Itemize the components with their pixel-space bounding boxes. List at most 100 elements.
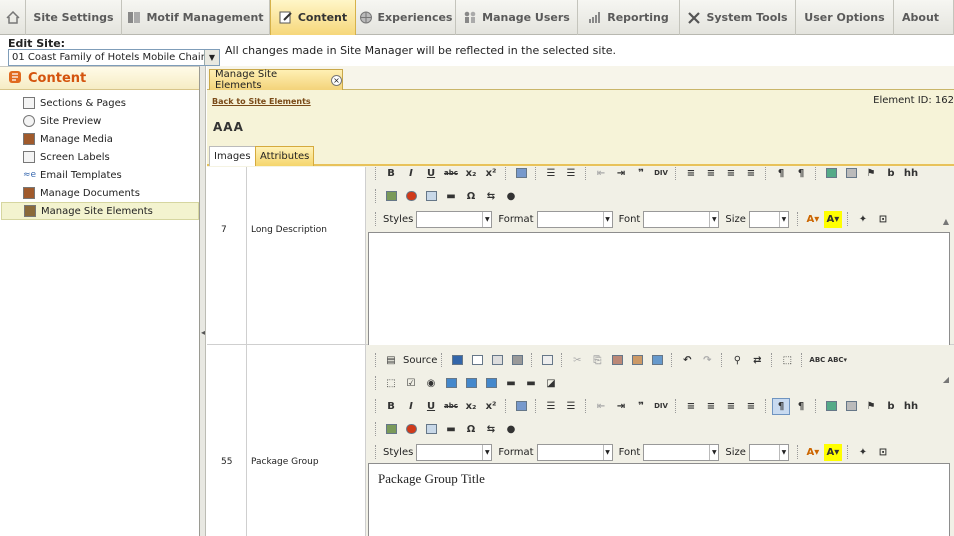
hhbtn-icon[interactable]: hh	[902, 398, 920, 415]
numbered-list-icon[interactable]: ☰	[542, 398, 560, 415]
editor-content-area[interactable]: Package Group Title	[368, 463, 950, 536]
background-color-icon[interactable]: A▾	[823, 443, 842, 461]
blockquote-icon[interactable]: ❞	[632, 398, 650, 415]
format-dropdown[interactable]: ▼	[536, 210, 613, 228]
site-select[interactable]: 01 Coast Family of Hotels Mobile Chain ▼	[8, 49, 220, 66]
templates-icon[interactable]	[538, 352, 556, 369]
sidebar-item-email-templates[interactable]: ≈e Email Templates	[1, 166, 199, 184]
form-icon[interactable]: ⬚	[382, 375, 400, 392]
nav-motif-management[interactable]: Motif Management	[122, 0, 270, 35]
nav-reporting[interactable]: Reporting	[578, 0, 680, 35]
superscript-icon[interactable]: x²	[482, 398, 500, 415]
link-icon[interactable]	[822, 167, 840, 182]
flash-icon[interactable]	[402, 188, 420, 205]
omega-icon[interactable]: Ω	[462, 421, 480, 438]
redo-icon[interactable]: ↷	[698, 352, 716, 369]
nav-site-settings[interactable]: Site Settings	[26, 0, 122, 35]
sidebar-item-manage-documents[interactable]: Manage Documents	[1, 184, 199, 202]
sidebar-item-manage-media[interactable]: Manage Media	[1, 130, 199, 148]
nav-home[interactable]	[0, 0, 26, 35]
paste-word-icon[interactable]	[648, 352, 666, 369]
select-all-icon[interactable]: ⬚	[778, 352, 796, 369]
numbered-list-icon[interactable]: ☰	[542, 167, 560, 182]
undo-icon[interactable]: ↶	[678, 352, 696, 369]
align-right-icon[interactable]: ≡	[722, 398, 740, 415]
align-center-icon[interactable]: ≡	[702, 398, 720, 415]
format-dropdown[interactable]: ▼	[536, 443, 613, 461]
hhbtn-icon[interactable]: hh	[902, 167, 920, 182]
ltr-icon[interactable]: ¶	[772, 167, 790, 182]
underline-icon[interactable]: U	[422, 398, 440, 415]
align-left-icon[interactable]: ≡	[682, 398, 700, 415]
subscript-icon[interactable]: x₂	[462, 167, 480, 182]
align-left-icon[interactable]: ≡	[682, 167, 700, 182]
show-blocks-icon[interactable]: ⊡	[874, 211, 892, 228]
rtl-icon[interactable]: ¶	[792, 398, 810, 415]
select-icon[interactable]	[482, 375, 500, 392]
save-icon[interactable]	[448, 352, 466, 369]
editor-content-area[interactable]	[368, 232, 950, 346]
justify-icon[interactable]: ≡	[742, 167, 760, 182]
preview-icon[interactable]	[488, 352, 506, 369]
bbtn-icon[interactable]: b	[882, 398, 900, 415]
iframe-icon[interactable]: ●	[502, 421, 520, 438]
source-button-label[interactable]: Source	[403, 355, 437, 366]
source-icon[interactable]: ▤	[382, 352, 400, 369]
copy-icon[interactable]: ⎘	[588, 352, 606, 369]
nav-content[interactable]: Content	[270, 0, 356, 35]
close-icon[interactable]: ×	[331, 74, 342, 86]
underline-icon[interactable]: U	[422, 167, 440, 182]
maximize-icon[interactable]: ✦	[854, 211, 872, 228]
chevron-down-icon[interactable]: ▼	[204, 50, 219, 65]
sidebar-splitter[interactable]: ◂	[200, 66, 206, 536]
text-color-icon[interactable]: A▾	[804, 211, 822, 228]
image-icon[interactable]	[382, 188, 400, 205]
nav-about[interactable]: About	[894, 0, 954, 35]
size-dropdown[interactable]: ▼	[748, 210, 789, 228]
align-right-icon[interactable]: ≡	[722, 167, 740, 182]
font-dropdown[interactable]: ▼	[643, 443, 720, 461]
indent-icon[interactable]: ⇥	[612, 167, 630, 182]
show-blocks-icon[interactable]: ⊡	[874, 444, 892, 461]
text-color-icon[interactable]: A▾	[804, 444, 822, 461]
bold-icon[interactable]: B	[382, 167, 400, 182]
checkbox-icon[interactable]: ☑	[402, 375, 420, 392]
iframe-icon[interactable]: ●	[502, 188, 520, 205]
radio-icon[interactable]: ◉	[422, 375, 440, 392]
remove-format-icon[interactable]	[512, 167, 530, 182]
italic-icon[interactable]: I	[402, 398, 420, 415]
page-break-icon[interactable]: ⇆	[482, 421, 500, 438]
nav-manage-users[interactable]: Manage Users	[456, 0, 578, 35]
sidebar-item-site-preview[interactable]: Site Preview	[1, 112, 199, 130]
nav-user-options[interactable]: User Options	[796, 0, 894, 35]
tab-manage-site-elements[interactable]: Manage Site Elements ×	[209, 69, 343, 91]
anchor-icon[interactable]: ⚑	[862, 398, 880, 415]
div-icon[interactable]: DIV	[652, 167, 670, 182]
div-icon[interactable]: DIV	[652, 398, 670, 415]
spellcheck-icon[interactable]: ABC	[808, 352, 826, 369]
tab-attributes[interactable]: Attributes	[255, 146, 315, 166]
ltr-icon[interactable]: ¶	[772, 397, 790, 415]
horizontal-rule-icon[interactable]: ▬	[442, 421, 460, 438]
flash-icon[interactable]	[402, 421, 420, 438]
print-icon[interactable]	[508, 352, 526, 369]
button-icon[interactable]: ▬	[502, 375, 520, 392]
toolbar-collapse-icon[interactable]: ▲	[943, 217, 949, 226]
tab-images[interactable]: Images	[209, 146, 256, 166]
textarea-icon[interactable]	[462, 375, 480, 392]
outdent-icon[interactable]: ⇤	[592, 398, 610, 415]
superscript-icon[interactable]: x²	[482, 167, 500, 182]
sidebar-item-sections-pages[interactable]: Sections & Pages	[1, 94, 199, 112]
font-dropdown[interactable]: ▼	[643, 210, 720, 228]
subscript-icon[interactable]: x₂	[462, 398, 480, 415]
strikethrough-icon[interactable]: abc	[442, 398, 460, 415]
paste-text-icon[interactable]	[628, 352, 646, 369]
bullet-list-icon[interactable]: ☰	[562, 398, 580, 415]
background-color-icon[interactable]: A▾	[823, 210, 842, 228]
indent-icon[interactable]: ⇥	[612, 398, 630, 415]
styles-dropdown[interactable]: ▼	[416, 210, 493, 228]
cut-icon[interactable]: ✂	[568, 352, 586, 369]
image-button-icon[interactable]: ▬	[522, 375, 540, 392]
horizontal-rule-icon[interactable]: ▬	[442, 188, 460, 205]
strikethrough-icon[interactable]: abc	[442, 167, 460, 182]
